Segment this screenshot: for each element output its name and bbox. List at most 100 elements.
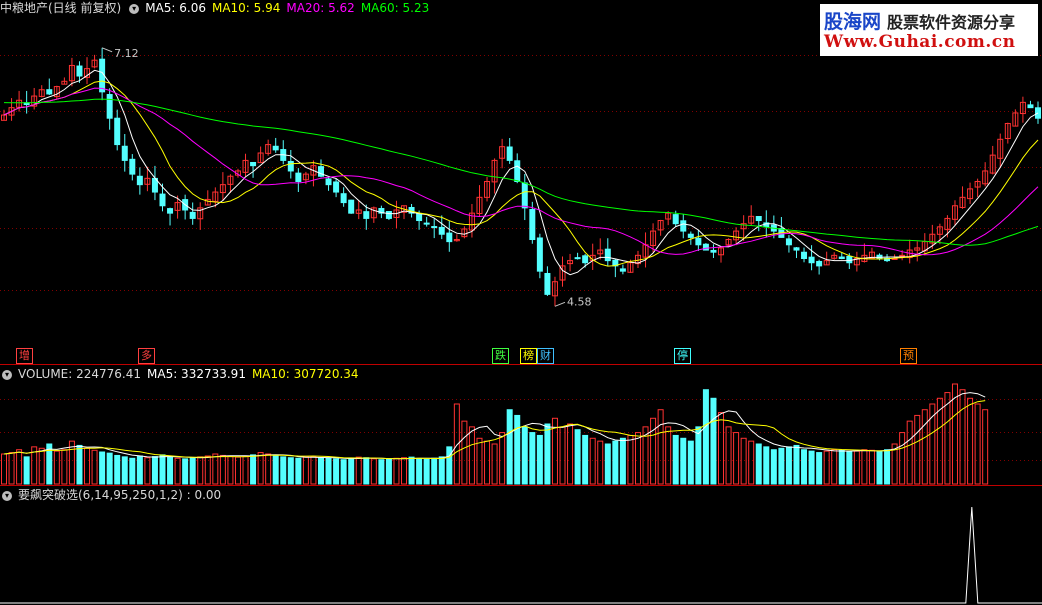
volume-bar <box>559 426 566 485</box>
volume-bar <box>121 456 128 485</box>
ma20-value: MA20: 5.62 <box>286 1 355 15</box>
volume-bar <box>853 450 860 485</box>
volume-bar <box>868 449 875 485</box>
volume-bar <box>295 457 302 485</box>
volume-bar <box>317 457 324 485</box>
volume-bar <box>99 451 106 485</box>
volume-bar <box>212 453 219 485</box>
candle-body <box>159 193 166 207</box>
volume-bar <box>438 456 445 485</box>
volume-bar <box>91 449 98 485</box>
volume-bar <box>944 392 951 485</box>
volume-bar <box>348 457 355 485</box>
candle-body <box>544 272 551 295</box>
chevron-down-icon[interactable]: ▾ <box>129 3 140 14</box>
volume-bar <box>219 454 226 485</box>
volume-bar <box>325 457 332 485</box>
event-tag[interactable]: 多 <box>138 348 155 364</box>
volume-bar <box>257 452 264 485</box>
volume-bar <box>151 456 158 485</box>
volume-bar <box>680 437 687 485</box>
watermark-brand: 股海网 <box>824 11 882 33</box>
volume-bar <box>416 458 423 485</box>
candle-body <box>423 222 430 225</box>
volume-bar <box>733 432 740 485</box>
volume-bar <box>61 449 68 485</box>
volume-bar <box>182 458 189 485</box>
candle-body <box>604 248 611 262</box>
candle-body <box>348 199 355 214</box>
volume-bar <box>914 414 921 485</box>
candle-body <box>816 260 823 267</box>
volume-bar <box>333 458 340 485</box>
candle-body <box>702 243 709 251</box>
volume-bar <box>793 444 800 485</box>
price-header: 中粮地产(日线 前复权) ▾ MA5: 6.06 MA10: 5.94 MA20: 5.… <box>0 0 435 16</box>
volume-bar <box>106 452 113 485</box>
volume-bar <box>906 420 913 485</box>
chevron-down-icon[interactable]: ▾ <box>2 369 12 380</box>
high-price-label: 7.12 <box>114 47 139 60</box>
chevron-down-icon[interactable]: ▾ <box>2 490 12 501</box>
volume-bar <box>861 449 868 485</box>
volume-bar <box>250 454 257 485</box>
volume-bar <box>174 457 181 485</box>
candle-body <box>189 211 196 219</box>
candle-body <box>838 256 845 260</box>
event-tag[interactable]: 增 <box>16 348 33 364</box>
watermark-logo: 股海网 股票软件资源分享 Www.Guhai.com.cn <box>820 4 1038 56</box>
volume-bar <box>725 426 732 485</box>
volume-bar <box>378 459 385 485</box>
volume-bar <box>687 440 694 485</box>
candle-body <box>325 178 332 186</box>
candle-body <box>363 211 370 219</box>
volume-bar <box>272 455 279 485</box>
volume-bar <box>189 457 196 485</box>
candle-body <box>536 237 543 272</box>
volume-bar <box>604 443 611 485</box>
watermark-slogan: 股票软件资源分享 <box>887 13 1016 32</box>
volume-bar <box>401 457 408 485</box>
candle-body <box>619 268 626 272</box>
volume-bar <box>582 434 589 485</box>
volume-bar <box>536 434 543 485</box>
volume-bar <box>634 432 641 485</box>
candle-body <box>114 117 121 146</box>
volume-bar <box>514 414 521 485</box>
event-tag[interactable]: 财 <box>537 348 554 364</box>
event-tag[interactable]: 停 <box>674 348 691 364</box>
volume-bar <box>710 397 717 485</box>
volume-bar <box>16 449 23 485</box>
volume-bar <box>589 437 596 485</box>
volume-bar <box>167 456 174 485</box>
candle-body <box>529 209 536 241</box>
price-chart[interactable]: 7.12 4.58 <box>0 0 1042 605</box>
volume-bar <box>785 446 792 485</box>
volume-bar <box>967 397 974 485</box>
volume-bar <box>159 454 166 485</box>
volume-bar <box>778 447 785 485</box>
ma10-value: MA10: 5.94 <box>211 1 281 15</box>
ma60-line <box>3 98 1039 246</box>
ma60-value: MA60: 5.23 <box>360 1 430 15</box>
candle-body <box>121 145 128 161</box>
volume-bar <box>521 426 528 485</box>
candle-body <box>1027 104 1034 109</box>
volume-bar <box>136 455 143 485</box>
candle-body <box>46 89 53 95</box>
volume-bar <box>363 457 370 485</box>
candle-body <box>76 65 83 77</box>
event-tag[interactable]: 跌 <box>492 348 509 364</box>
volume-bar <box>234 456 241 485</box>
volume-bar <box>665 426 672 485</box>
candle-body <box>755 216 762 222</box>
volume-bar <box>627 434 634 485</box>
candle-body <box>129 158 136 175</box>
event-tag[interactable]: 预 <box>900 348 917 364</box>
volume-bar <box>612 440 619 485</box>
volume-bar <box>740 437 747 485</box>
volume-header: ▾ VOLUME: 224776.41 MA5: 332733.91 MA10: 30… <box>0 366 365 382</box>
volume-bar <box>144 457 151 485</box>
event-tag[interactable]: 榜 <box>520 348 537 364</box>
low-marker-leader <box>554 301 566 307</box>
